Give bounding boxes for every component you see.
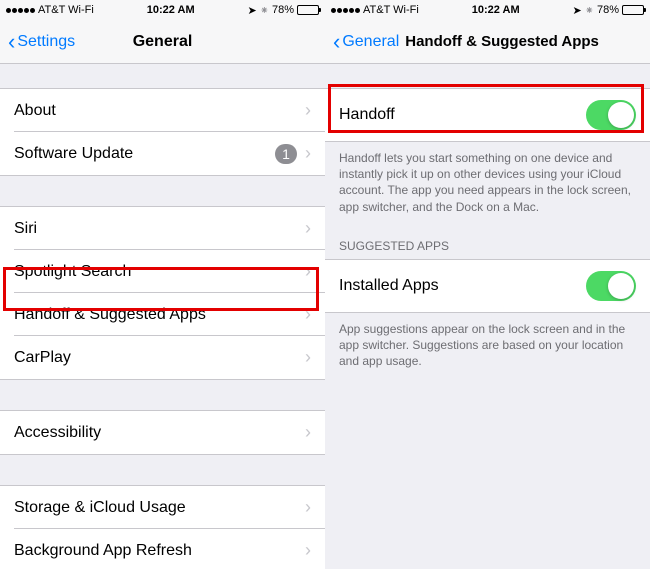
signal-icon (331, 8, 360, 13)
nav-bar: ‹ Settings General (0, 20, 325, 64)
nav-bar: ‹ General Handoff & Suggested Apps (325, 20, 650, 64)
bluetooth-icon: ⁕ (585, 4, 594, 17)
handoff-list: Handoff Handoff lets you start something… (325, 64, 650, 569)
row-handoff-suggested-apps[interactable]: Handoff & Suggested Apps › (0, 293, 325, 336)
battery-pct: 78% (597, 4, 619, 16)
location-icon: ➤ (248, 4, 257, 17)
chevron-right-icon: › (305, 540, 311, 561)
chevron-right-icon: › (305, 143, 311, 164)
location-icon: ➤ (573, 4, 582, 17)
screen-general: AT&T Wi-Fi 10:22 AM ➤ ⁕ 78% ‹ Settings G… (0, 0, 325, 569)
cell-label: Installed Apps (339, 277, 439, 295)
chevron-right-icon: › (305, 100, 311, 121)
cell-label: Handoff & Suggested Apps (14, 306, 206, 324)
status-bar: AT&T Wi-Fi 10:22 AM ➤ ⁕ 78% (325, 0, 650, 20)
carrier-label: AT&T Wi-Fi (38, 4, 94, 16)
handoff-footer: Handoff lets you start something on one … (325, 142, 650, 225)
cell-label: Accessibility (14, 424, 101, 442)
bluetooth-icon: ⁕ (260, 4, 269, 17)
toggle-knob (608, 273, 634, 299)
back-label: General (342, 33, 399, 51)
screen-handoff: AT&T Wi-Fi 10:22 AM ➤ ⁕ 78% ‹ General Ha… (325, 0, 650, 569)
suggested-apps-footer: App suggestions appear on the lock scree… (325, 313, 650, 380)
cell-label: Spotlight Search (14, 263, 131, 281)
row-carplay[interactable]: CarPlay › (0, 336, 325, 380)
cell-label: Background App Refresh (14, 542, 192, 560)
suggested-apps-header: SUGGESTED APPS (325, 225, 650, 259)
row-spotlight-search[interactable]: Spotlight Search › (0, 250, 325, 293)
row-about[interactable]: About › (0, 88, 325, 132)
page-title: Handoff & Suggested Apps (405, 33, 599, 50)
row-software-update[interactable]: Software Update 1 › (0, 132, 325, 176)
cell-label: Software Update (14, 145, 133, 163)
back-button[interactable]: ‹ Settings (8, 31, 75, 53)
page-title: General (133, 33, 193, 51)
status-time: 10:22 AM (472, 4, 520, 16)
settings-list: About › Software Update 1 › Siri › Spotl… (0, 64, 325, 569)
status-bar: AT&T Wi-Fi 10:22 AM ➤ ⁕ 78% (0, 0, 325, 20)
row-storage-icloud[interactable]: Storage & iCloud Usage › (0, 485, 325, 529)
chevron-left-icon: ‹ (8, 31, 15, 53)
cell-label: CarPlay (14, 349, 71, 367)
chevron-right-icon: › (305, 497, 311, 518)
row-installed-apps-toggle[interactable]: Installed Apps (325, 259, 650, 313)
back-label: Settings (17, 33, 75, 51)
signal-icon (6, 8, 35, 13)
row-siri[interactable]: Siri › (0, 206, 325, 250)
toggle-knob (608, 102, 634, 128)
chevron-right-icon: › (305, 347, 311, 368)
back-button[interactable]: ‹ General (333, 31, 399, 53)
row-handoff-toggle[interactable]: Handoff (325, 88, 650, 142)
carrier-label: AT&T Wi-Fi (363, 4, 419, 16)
chevron-right-icon: › (305, 304, 311, 325)
cell-label: About (14, 102, 56, 120)
battery-icon (297, 5, 319, 15)
update-badge: 1 (275, 144, 297, 164)
cell-label: Siri (14, 220, 37, 238)
chevron-right-icon: › (305, 422, 311, 443)
chevron-left-icon: ‹ (333, 31, 340, 53)
cell-label: Storage & iCloud Usage (14, 499, 186, 517)
battery-pct: 78% (272, 4, 294, 16)
installed-apps-toggle[interactable] (586, 271, 636, 301)
cell-label: Handoff (339, 106, 395, 124)
handoff-toggle[interactable] (586, 100, 636, 130)
chevron-right-icon: › (305, 218, 311, 239)
row-background-app-refresh[interactable]: Background App Refresh › (0, 529, 325, 569)
battery-icon (622, 5, 644, 15)
status-time: 10:22 AM (147, 4, 195, 16)
row-accessibility[interactable]: Accessibility › (0, 410, 325, 455)
chevron-right-icon: › (305, 261, 311, 282)
